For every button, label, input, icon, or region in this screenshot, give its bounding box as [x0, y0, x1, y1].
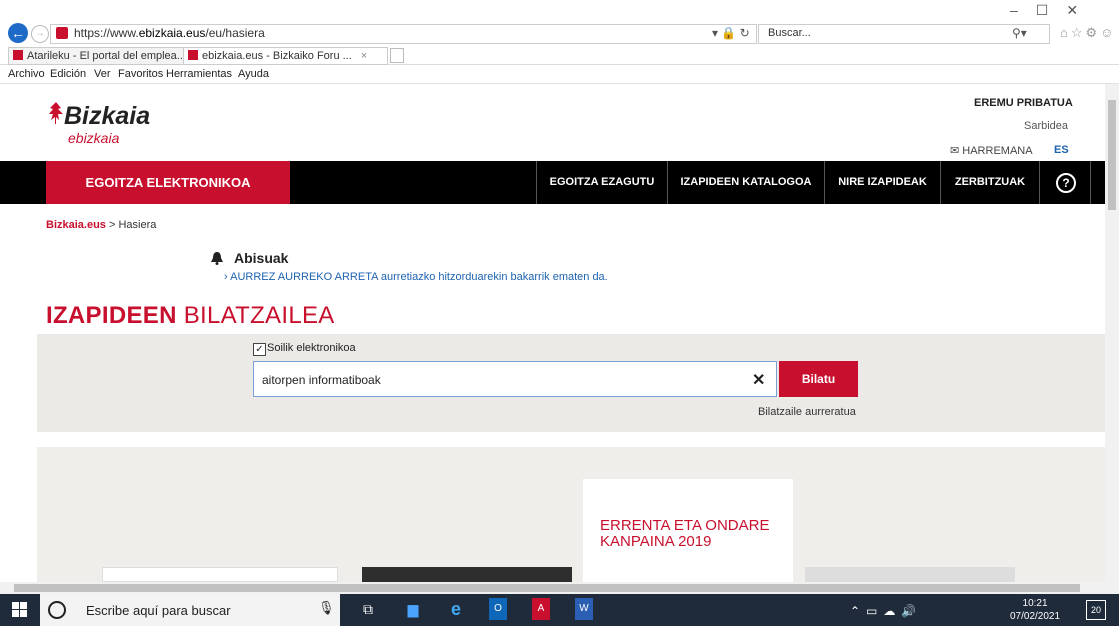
- logo-subtitle: ebizkaia: [68, 130, 120, 146]
- private-area-link[interactable]: EREMU PRIBATUA: [974, 97, 1073, 109]
- menu-archivo[interactable]: Archivo: [8, 68, 45, 80]
- horizontal-scrollbar-thumb[interactable]: [14, 584, 1080, 592]
- contact-link[interactable]: ✉ HARREMANA: [950, 144, 1033, 157]
- featured-card-image[interactable]: [362, 567, 572, 582]
- notices-title: Abisuak: [234, 250, 289, 266]
- internet-explorer-icon[interactable]: e: [445, 598, 467, 620]
- tab-atarileku[interactable]: Atarileku - El portal del emplea...: [8, 47, 186, 65]
- help-button[interactable]: ?: [1039, 161, 1091, 204]
- taskbar-search-placeholder[interactable]: Escribe aquí para buscar: [86, 603, 231, 618]
- nav-egoitza-ezagutu[interactable]: EGOITZA EZAGUTU: [536, 161, 667, 204]
- nav-brand-egoitza[interactable]: EGOITZA ELEKTRONIKOA: [46, 161, 290, 204]
- clear-icon[interactable]: ✕: [752, 370, 765, 390]
- menu-herramientas[interactable]: Herramientas: [166, 68, 232, 80]
- windows-start-icon[interactable]: [12, 602, 28, 618]
- help-icon: ?: [1056, 173, 1076, 193]
- featured-card-right[interactable]: [805, 567, 1015, 582]
- toolbar-icons[interactable]: ⌂☆⚙☺: [1060, 25, 1116, 41]
- search-button[interactable]: Bilatu: [779, 361, 858, 397]
- tab-ebizkaia[interactable]: ebizkaia.eus - Bizkaiko Foru ... ×: [183, 47, 388, 65]
- menu-edicion[interactable]: Edición: [50, 68, 86, 80]
- search-input-value[interactable]: aitorpen informatiboak: [262, 373, 381, 387]
- featured-card-title[interactable]: ERRENTA ETA ONDARE KANPAINA 2019: [600, 518, 770, 550]
- nav-izapideen-katalogoa[interactable]: IZAPIDEEN KATALOGOA: [667, 161, 824, 204]
- nav-nire-izapideak[interactable]: NIRE IZAPIDEAK: [824, 161, 940, 204]
- bizkaia-leaf-icon: [49, 102, 63, 124]
- menu-ver[interactable]: Ver: [94, 68, 111, 80]
- notice-item-link[interactable]: › AURREZ AURREKO ARRETA aurretiazko hitz…: [224, 271, 608, 283]
- notification-center-icon[interactable]: 20: [1086, 600, 1106, 620]
- address-tools-icons[interactable]: ▾ 🔒 ↻: [712, 26, 750, 40]
- forward-button[interactable]: →: [31, 25, 49, 43]
- envelope-icon: ✉: [950, 145, 960, 157]
- chevron-right-icon: ›: [224, 271, 228, 283]
- tab-favicon-icon: [188, 50, 198, 60]
- word-icon[interactable]: W: [575, 598, 593, 620]
- page-title: IZAPIDEEN BILATZAILEA: [46, 302, 335, 329]
- back-button[interactable]: ←: [8, 23, 28, 43]
- electronic-only-label[interactable]: Soilik elektronikoa: [267, 342, 356, 354]
- url-text[interactable]: https://www.ebizkaia.eus/eu/hasiera: [74, 26, 265, 40]
- vertical-scrollbar-thumb[interactable]: [1108, 100, 1116, 210]
- login-link[interactable]: Sarbidea: [1024, 120, 1068, 132]
- advanced-search-link[interactable]: Bilatzaile aurreratua: [758, 406, 856, 418]
- system-tray-icons[interactable]: ⌃▭☁🔊: [850, 604, 922, 618]
- new-tab-button[interactable]: [390, 48, 404, 63]
- electronic-only-checkbox[interactable]: ✓: [253, 343, 266, 356]
- cortana-icon[interactable]: [48, 601, 66, 619]
- browser-search-placeholder: Buscar...: [768, 27, 811, 39]
- bell-icon: [211, 252, 223, 265]
- close-icon[interactable]: ×: [361, 50, 367, 62]
- tab-favicon-icon: [13, 50, 23, 60]
- clock[interactable]: 10:21 07/02/2021: [1010, 597, 1060, 623]
- breadcrumb-home-link[interactable]: Bizkaia.eus: [46, 219, 106, 231]
- featured-section: [37, 447, 1105, 582]
- window-controls[interactable]: –☐✕: [1010, 2, 1096, 19]
- search-icon[interactable]: ⚲▾: [1012, 26, 1027, 40]
- breadcrumb: Bizkaia.eus > Hasiera: [46, 219, 157, 231]
- logo[interactable]: Bizkaia: [64, 102, 150, 131]
- acrobat-icon[interactable]: A: [532, 598, 550, 620]
- language-switch[interactable]: ES: [1054, 144, 1069, 156]
- outlook-icon[interactable]: O: [489, 598, 507, 620]
- site-favicon-icon: [56, 27, 68, 39]
- microphone-icon[interactable]: 🎙: [318, 600, 335, 616]
- breadcrumb-current: Hasiera: [118, 219, 157, 231]
- menu-ayuda[interactable]: Ayuda: [238, 68, 269, 80]
- file-explorer-icon[interactable]: ▆: [402, 598, 424, 620]
- nav-zerbitzuak[interactable]: ZERBITZUAK: [940, 161, 1039, 204]
- task-view-icon[interactable]: ⧉: [357, 598, 379, 620]
- featured-card-left[interactable]: [102, 567, 338, 582]
- menu-favoritos[interactable]: Favoritos: [118, 68, 163, 80]
